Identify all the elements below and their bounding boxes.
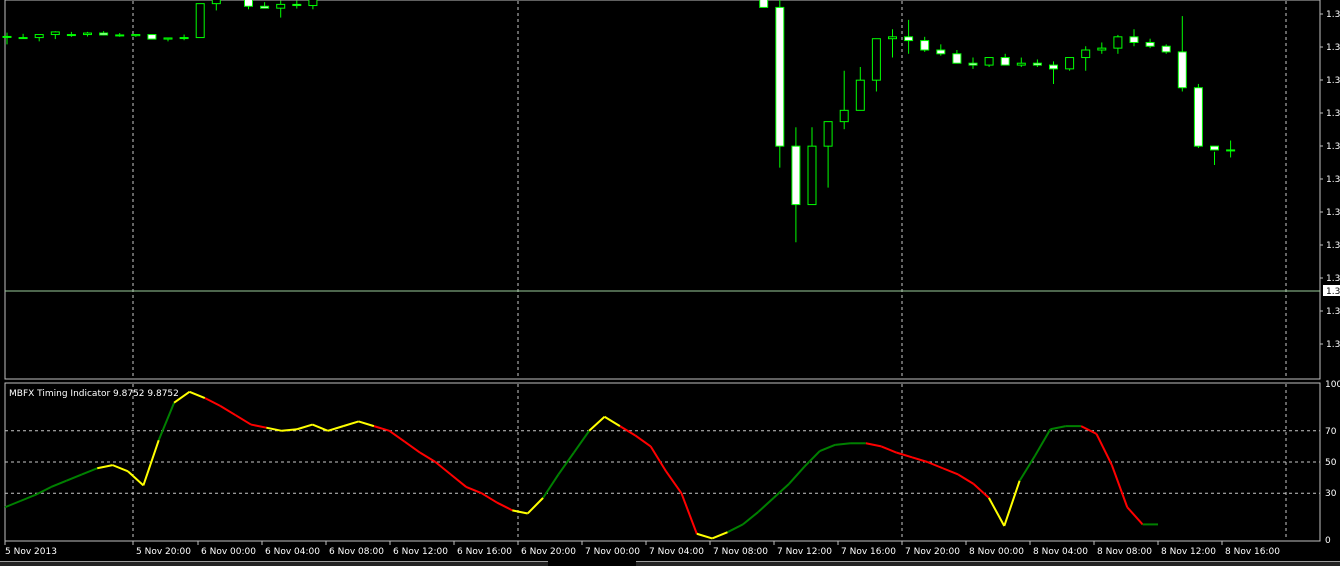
indicator-title: MBFX Timing Indicator 9.8752 9.8752 — [9, 389, 179, 399]
price-axis-label: 1.3 — [1326, 241, 1340, 251]
time-axis-label: 6 Nov 20:00 — [521, 547, 576, 557]
time-axis-label: 8 Nov 16:00 — [1225, 547, 1280, 557]
time-axis-label: 8 Nov 04:00 — [1033, 547, 1088, 557]
candle — [775, 0, 785, 168]
time-axis-label: 7 Nov 20:00 — [905, 547, 960, 557]
time-axis-label: 8 Nov 12:00 — [1161, 547, 1216, 557]
time-axis-label: 7 Nov 00:00 — [585, 547, 640, 557]
price-axis-label: 1.3 — [1326, 43, 1340, 53]
price-axis-label: 1.3 — [1326, 307, 1340, 317]
chart-window[interactable]: 1.3 1.3 1.3 1.3 1.3 1.3 1.3 1.3 1.3 1.3 1.3 1.3 MB… — [0, 0, 1340, 565]
current-price-marker: 1.3 — [1323, 285, 1340, 297]
time-axis-label: 6 Nov 16:00 — [457, 547, 512, 557]
indicator-axis-label: 50 — [1325, 458, 1337, 468]
current-price-label: 1.3 — [1326, 287, 1340, 297]
price-axis-label: 1.3 — [1326, 10, 1340, 20]
chart-tab[interactable] — [0, 561, 548, 566]
price-axis-label: 1.3 — [1326, 76, 1340, 86]
candle — [984, 57, 994, 67]
chart-tab[interactable] — [636, 561, 1340, 566]
price-axis-label: 1.3 — [1326, 340, 1340, 350]
time-axis-label: 7 Nov 12:00 — [777, 547, 832, 557]
candle — [759, 0, 769, 8]
candle — [147, 34, 157, 40]
candle — [1161, 44, 1171, 54]
time-axis-label: 6 Nov 04:00 — [265, 547, 320, 557]
chart-background — [0, 0, 1340, 565]
candle — [1193, 83, 1203, 149]
candle — [195, 3, 205, 39]
candle — [1065, 57, 1075, 71]
time-axis-label: 7 Nov 04:00 — [649, 547, 704, 557]
time-axis-label: 7 Nov 08:00 — [713, 547, 768, 557]
time-axis-label: 8 Nov 00:00 — [969, 547, 1024, 557]
time-axis-label: 5 Nov 2013 — [5, 547, 57, 557]
price-axis-label: 1.3 — [1326, 208, 1340, 218]
price-axis-label: 1.3 — [1326, 109, 1340, 119]
price-axis-label: 1.3 — [1326, 142, 1340, 152]
bottom-tab-strip — [0, 560, 1340, 566]
indicator-axis-label: 0 — [1325, 536, 1331, 546]
indicator-axis-label: 70 — [1325, 427, 1337, 437]
price-axis-label: 1.3 — [1326, 175, 1340, 185]
time-axis-label: 6 Nov 08:00 — [329, 547, 384, 557]
time-axis-label: 6 Nov 12:00 — [393, 547, 448, 557]
time-axis-label: 8 Nov 08:00 — [1097, 547, 1152, 557]
time-axis-label: 7 Nov 16:00 — [841, 547, 896, 557]
time-axis-label: 5 Nov 20:00 — [136, 547, 191, 557]
indicator-axis-label: 100 — [1325, 380, 1340, 390]
indicator-axis-label: 30 — [1325, 489, 1337, 499]
time-axis-label: 6 Nov 00:00 — [201, 547, 256, 557]
price-axis-label: 1.3 — [1326, 274, 1340, 284]
